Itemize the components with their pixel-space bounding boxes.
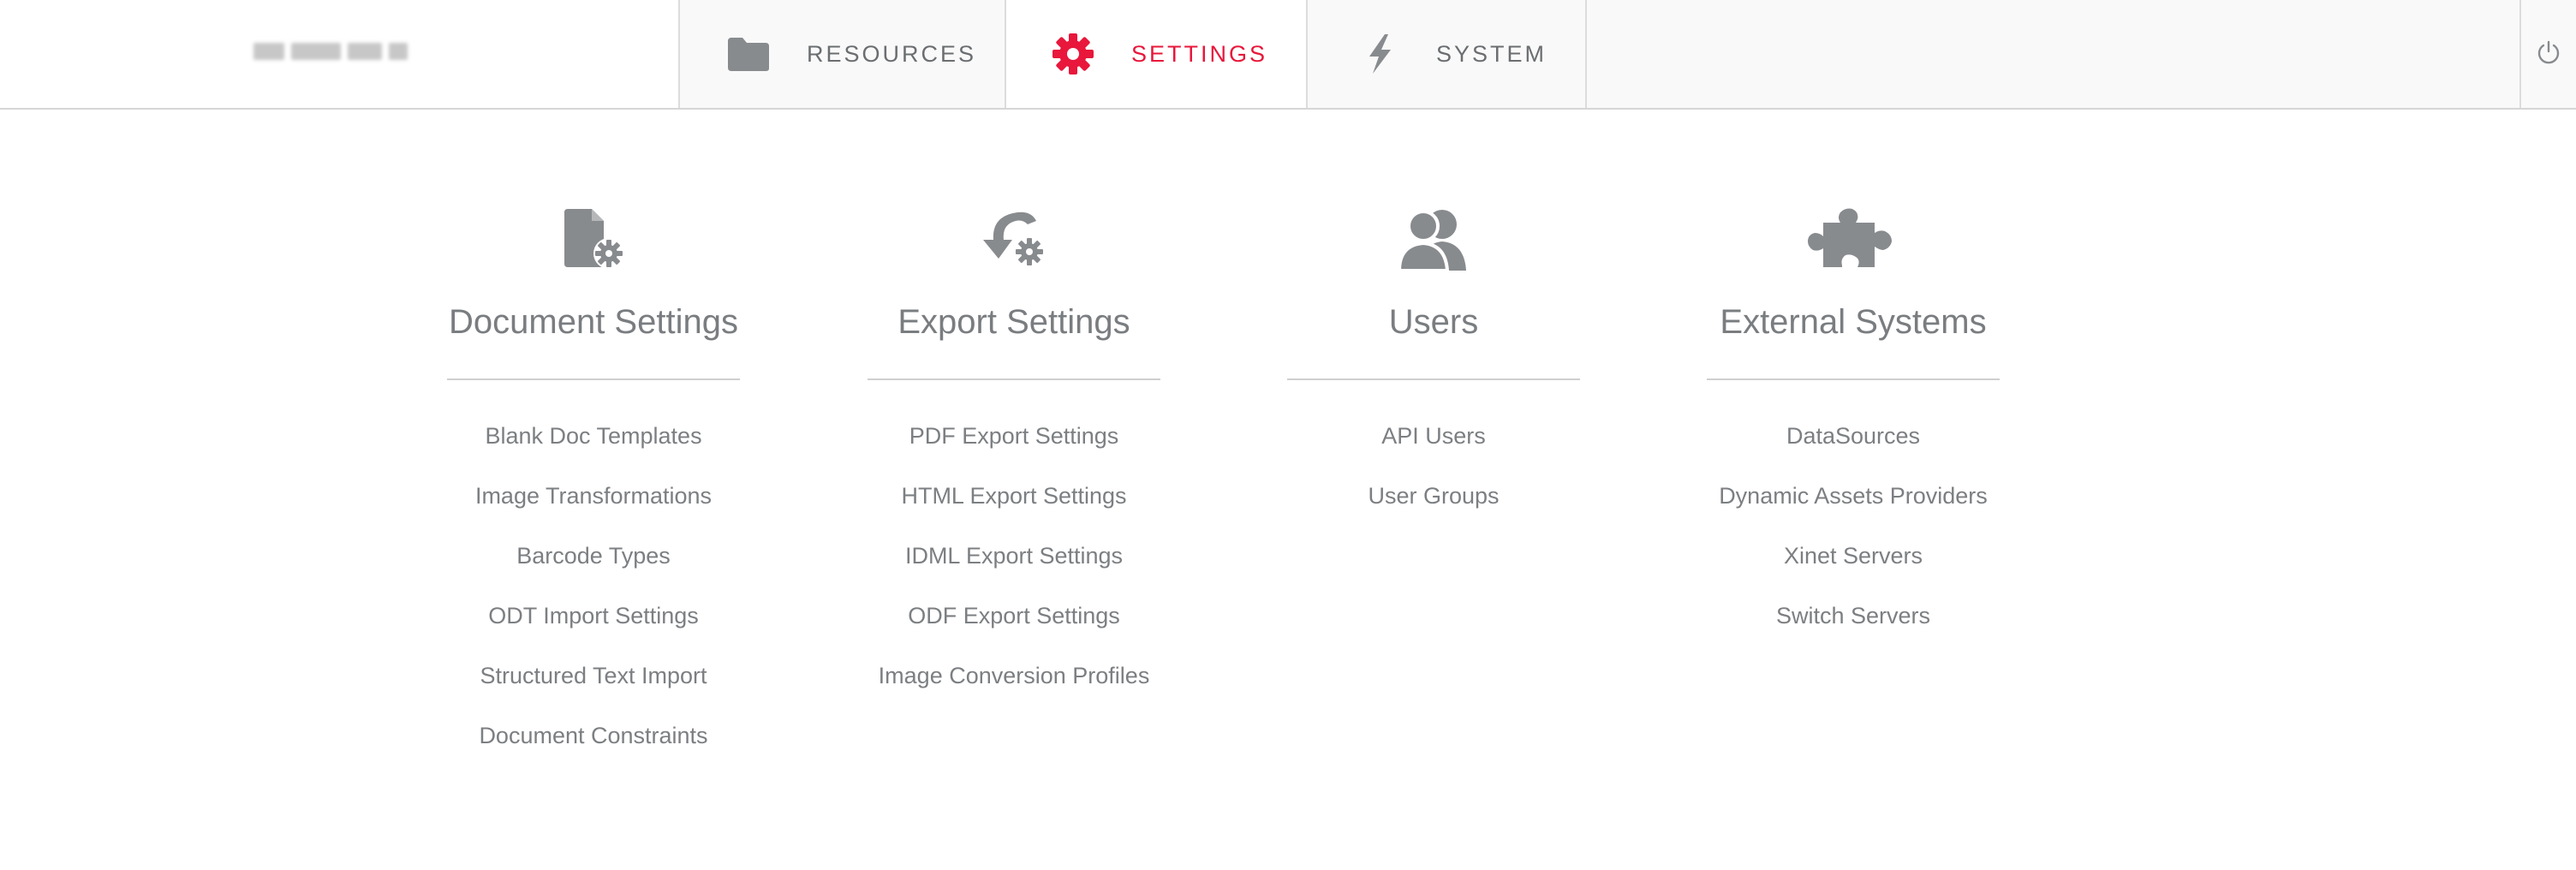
section-title: External Systems [1720, 303, 1987, 341]
tab-label-settings: SETTINGS [1131, 40, 1268, 67]
link-list: Blank Doc Templates Image Transformation… [422, 423, 765, 783]
link-datasources[interactable]: DataSources [1682, 423, 2024, 483]
top-navigation-bar: RESOURCES SETTINGS SYSTEM [0, 0, 2576, 110]
blurred-logo [253, 38, 416, 65]
link-list: DataSources Dynamic Assets Providers Xin… [1682, 423, 2024, 663]
section-external-systems: External Systems DataSources Dynamic Ass… [1682, 202, 2024, 663]
users-icon [1262, 202, 1605, 274]
link-image-conversion-profiles[interactable]: Image Conversion Profiles [843, 663, 1185, 723]
link-barcode-types[interactable]: Barcode Types [422, 543, 765, 603]
lightning-icon [1356, 30, 1404, 78]
link-document-constraints[interactable]: Document Constraints [422, 723, 765, 783]
link-switch-servers[interactable]: Switch Servers [1682, 603, 2024, 663]
section-title: Users [1388, 303, 1479, 341]
tab-system[interactable]: SYSTEM [1308, 0, 1587, 108]
logo-area[interactable] [0, 0, 680, 108]
link-api-users[interactable]: API Users [1262, 423, 1605, 483]
puzzle-icon [1682, 202, 2024, 274]
tab-resources[interactable]: RESOURCES [680, 0, 1006, 108]
link-user-groups[interactable]: User Groups [1262, 483, 1605, 543]
power-button[interactable] [2519, 0, 2576, 108]
link-image-transformations[interactable]: Image Transformations [422, 483, 765, 543]
link-odf-export-settings[interactable]: ODF Export Settings [843, 603, 1185, 663]
section-users: Users API Users User Groups [1262, 202, 1605, 543]
link-pdf-export-settings[interactable]: PDF Export Settings [843, 423, 1185, 483]
link-idml-export-settings[interactable]: IDML Export Settings [843, 543, 1185, 603]
divider [868, 378, 1160, 380]
link-dynamic-assets-providers[interactable]: Dynamic Assets Providers [1682, 483, 2024, 543]
gear-icon [1049, 30, 1097, 78]
export-settings-icon [843, 202, 1185, 274]
link-odt-import-settings[interactable]: ODT Import Settings [422, 603, 765, 663]
divider [1287, 378, 1580, 380]
tab-label-system: SYSTEM [1436, 40, 1547, 67]
section-title: Document Settings [449, 303, 738, 341]
link-blank-doc-templates[interactable]: Blank Doc Templates [422, 423, 765, 483]
folder-icon [724, 30, 772, 78]
link-list: PDF Export Settings HTML Export Settings… [843, 423, 1185, 723]
section-export-settings: Export Settings PDF Export Settings HTML… [843, 202, 1185, 723]
link-html-export-settings[interactable]: HTML Export Settings [843, 483, 1185, 543]
tab-settings[interactable]: SETTINGS [1006, 0, 1308, 108]
tab-label-resources: RESOURCES [807, 40, 977, 67]
document-settings-icon [422, 202, 765, 274]
divider [1707, 378, 2000, 380]
divider [447, 378, 740, 380]
section-title: Export Settings [897, 303, 1130, 341]
link-structured-text-import[interactable]: Structured Text Import [422, 663, 765, 723]
link-xinet-servers[interactable]: Xinet Servers [1682, 543, 2024, 603]
power-icon [2536, 39, 2561, 69]
link-list: API Users User Groups [1262, 423, 1605, 543]
section-document-settings: Document Settings Blank Doc Templates Im… [422, 202, 765, 783]
